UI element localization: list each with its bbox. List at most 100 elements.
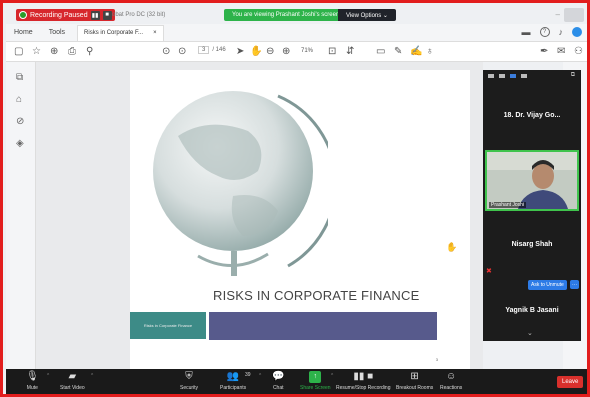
star-icon[interactable]: ☆ (32, 45, 41, 59)
slide-caption-bar: Risks in Corporate Finance (130, 312, 206, 339)
meeting-controls-bar: 🎙 Mute ⌃ ▰ Start Video ⌃ ⛨ Security 👥 Pa… (6, 369, 587, 394)
reactions-button[interactable]: ☺ Reactions (440, 371, 462, 391)
pdf-page: RISKS IN CORPORATE FINANCE Risks in Corp… (130, 70, 470, 370)
chevron-up-icon[interactable]: ⌃ (46, 373, 50, 379)
microphone-icon: 🎙 (26, 371, 39, 382)
video-off-icon: ▰ (68, 371, 77, 382)
pages-thumbnail-icon[interactable]: ⧉ (16, 72, 23, 83)
pause-icon[interactable]: ▮▮ (90, 10, 100, 20)
stamp-icon[interactable]: ♁ (426, 45, 434, 59)
slide-title: RISKS IN CORPORATE FINANCE (213, 288, 420, 303)
start-video-button[interactable]: ▰ Start Video (60, 371, 85, 391)
participant-name: Nisarg Shah (511, 240, 553, 248)
close-icon[interactable]: × (153, 30, 157, 36)
document-viewport[interactable]: RISKS IN CORPORATE FINANCE Risks in Corp… (36, 62, 483, 370)
participant-name: Yagnik B Jasani (505, 306, 559, 314)
pen-icon[interactable]: ✎ (394, 45, 402, 59)
help-icon[interactable]: ? (539, 27, 550, 37)
chevron-up-icon[interactable]: ⌃ (258, 373, 262, 379)
account-area: ▬ ? ♪ (522, 27, 582, 37)
select-cursor-icon[interactable]: ➤ (236, 45, 244, 59)
comment-icon[interactable]: ▭ (376, 45, 385, 59)
gallery-view-icon[interactable] (521, 74, 527, 78)
zoom-out-icon[interactable]: ⊖ (266, 45, 274, 59)
zoom-in-icon[interactable]: ⊕ (282, 45, 290, 59)
zoom-level[interactable]: 71% (301, 48, 313, 54)
recording-status[interactable]: Recording Paused ▮▮ ■ (16, 9, 115, 21)
fit-page-icon[interactable]: ⊡ (328, 45, 336, 59)
smiley-icon: ☺ (446, 371, 457, 382)
ask-to-unmute-button[interactable]: Ask to Unmute (528, 280, 567, 290)
participants-button[interactable]: 👥 Participants (220, 371, 246, 391)
record-controls-icon: ▮▮ ■ (353, 371, 374, 382)
video-participants-panel: ⧉ 18. Dr. Vijay Go... Prashant Joshi Nis… (483, 70, 581, 341)
zoom-logo-icon (19, 11, 27, 19)
stop-icon[interactable]: ■ (102, 10, 112, 20)
leave-button[interactable]: Leave (557, 376, 584, 388)
mail-icon[interactable]: ✉ (557, 45, 565, 59)
window-control-button[interactable] (564, 8, 584, 22)
share-screen-button[interactable]: ↑ Share Screen (300, 371, 331, 391)
search-icon[interactable]: ⚲ (86, 45, 93, 59)
bell-icon[interactable]: ♪ (559, 27, 564, 37)
acrobat-tab-row: Home Tools Risks in Corporate F... × ▬ ?… (6, 24, 587, 42)
more-options-button[interactable]: ··· (570, 280, 579, 289)
participant-tile[interactable]: Yagnik B Jasani (483, 294, 581, 326)
mute-label: Mute (26, 385, 38, 391)
page-total: / 146 (212, 47, 226, 53)
upload-icon[interactable]: ⊕ (50, 45, 58, 59)
chat-button[interactable]: 💬 Chat (272, 371, 284, 391)
resume-stop-recording-button[interactable]: ▮▮ ■ Resume/Stop Recording (336, 371, 390, 391)
slide-accent-bar (209, 312, 437, 340)
viewing-screen-banner: You are viewing Prashant Joshi's screen (224, 9, 348, 21)
security-label: Security (180, 385, 199, 391)
start-video-label: Start Video (60, 385, 85, 391)
screen-frame: Recording Paused ▮▮ ■ obat Pro DC (32 bi… (0, 0, 590, 397)
recording-control-label: Resume/Stop Recording (336, 385, 391, 391)
single-view-icon[interactable] (499, 74, 505, 78)
people-icon: 👥 (226, 371, 240, 382)
chevron-up-icon[interactable]: ⌃ (330, 373, 334, 379)
chat-icon[interactable]: ▬ (522, 27, 531, 37)
chevron-up-icon[interactable]: ⌃ (90, 373, 94, 379)
chevron-down-icon[interactable]: ⌄ (527, 329, 533, 337)
avatar[interactable] (572, 27, 582, 37)
participant-video-tile[interactable]: Prashant Joshi (485, 150, 579, 211)
bookmark-icon[interactable]: ⌂ (16, 94, 22, 105)
tab-tools[interactable]: Tools (41, 29, 73, 36)
tab-home[interactable]: Home (6, 29, 41, 36)
view-options-button[interactable]: View Options ⌄ (338, 9, 396, 21)
panel-view-switcher: ⧉ (483, 70, 581, 82)
layers-icon[interactable]: ◈ (16, 138, 24, 149)
participant-tile[interactable]: Nisarg Shah (483, 214, 581, 274)
scroll-mode-icon[interactable]: ⇵ (346, 45, 354, 59)
share-screen-label: Share Screen (300, 385, 331, 391)
tab-document[interactable]: Risks in Corporate F... × (77, 24, 164, 41)
highlight-icon[interactable]: ✍ (410, 45, 422, 59)
page-down-icon[interactable]: ⊙ (178, 45, 186, 59)
print-icon[interactable]: ⎙ (68, 45, 76, 59)
zoom-share-bar: Recording Paused ▮▮ ■ obat Pro DC (32 bi… (6, 6, 587, 24)
participant-tile[interactable]: 18. Dr. Vijay Go... (483, 82, 581, 148)
create-icon[interactable]: ▢ (14, 45, 23, 59)
hand-tool-icon[interactable]: ✋ (250, 45, 262, 59)
attachment-icon[interactable]: ⊘ (16, 116, 24, 127)
expand-icon[interactable]: ⧉ (571, 72, 575, 79)
muted-mic-icon: ✖ (486, 268, 492, 275)
security-button[interactable]: ⛨ Security (180, 371, 198, 391)
page-current-input[interactable]: 3 (198, 46, 210, 54)
mute-button[interactable]: 🎙 Mute (26, 371, 39, 391)
acrobat-title-fragment: obat Pro DC (32 bit) (112, 12, 166, 18)
chat-icon: 💬 (272, 371, 285, 382)
page-up-icon[interactable]: ⊙ (162, 45, 170, 59)
share-people-icon[interactable]: ⚇ (574, 45, 583, 59)
sign-icon[interactable]: ✒ (540, 45, 548, 59)
recording-label: Recording Paused (30, 11, 88, 19)
left-nav-rail: ⧉ ⌂ ⊘ ◈ ◂ (6, 62, 40, 369)
breakout-rooms-button[interactable]: ⊞ Breakout Rooms (396, 371, 433, 391)
breakout-label: Breakout Rooms (396, 385, 434, 391)
speaker-view-icon[interactable] (510, 74, 516, 78)
window-minimize-button[interactable]: – (556, 10, 560, 19)
page-indicator[interactable]: 3 / 146 (198, 46, 226, 54)
minimize-icon[interactable] (488, 74, 494, 78)
